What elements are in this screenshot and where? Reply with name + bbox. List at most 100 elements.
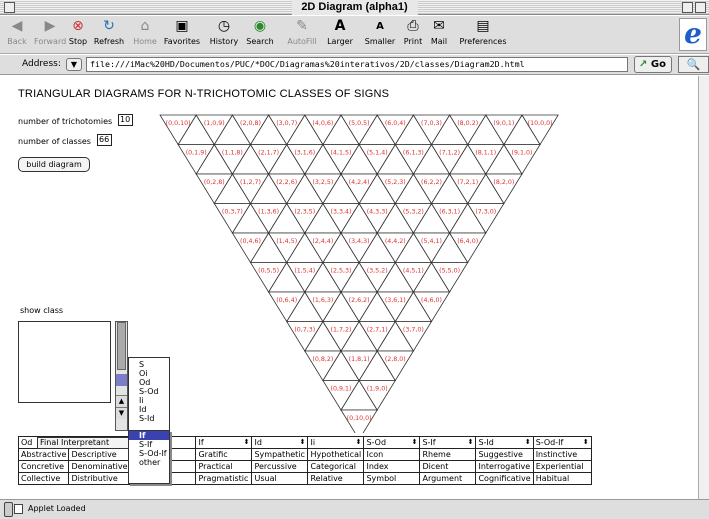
final-interpretant-select[interactable]: Final Interpretant [37,437,130,449]
page-content: TRIANGULAR DIAGRAMS FOR N-TRICHOTOMIC CL… [0,76,698,499]
class-label: (0,0,10) [166,120,191,127]
build-diagram-button[interactable]: build diagram [18,157,90,172]
history-button[interactable]: ◷ History [208,18,240,52]
search-field-button[interactable]: 🔍 [678,56,709,73]
mail-button[interactable]: ✉ Mail [428,18,450,52]
status-toggle-icon[interactable] [4,502,13,517]
scroll-down-arrow-icon[interactable]: ▼ [116,407,127,419]
dropdown-item-selected[interactable]: If [129,431,169,440]
table-row: Collective Distributive Pragmatistic Usu… [17,472,592,485]
class-list-box[interactable] [18,321,111,403]
class-label: (0,4,6) [240,238,261,245]
status-text: Applet Loaded [28,504,86,513]
updown-arrow-icon: ⬍ [582,438,589,446]
table-cell: Cognificative [475,472,534,485]
forward-button[interactable]: ▶ Forward [34,18,66,52]
header-cell[interactable]: S-Id ⬍ [475,436,534,449]
smaller-text-icon: A [376,21,384,32]
table-row: Abstractive Descriptive Gratific Sympath… [17,448,592,461]
mail-icon: ✉ [433,18,445,34]
address-field[interactable]: file:///iMac%20HD/Documentos/PUC/*DOC/Di… [86,57,628,72]
class-label: (7,0,3) [421,120,442,127]
class-label: (2,3,5) [294,209,315,216]
class-list-scrollbar[interactable]: ▲ ▼ [115,321,128,431]
ie-logo-icon[interactable]: e [679,18,707,51]
scroll-up-arrow-icon[interactable]: ▲ [116,395,127,407]
triangular-diagram[interactable]: (0,0,10) (1,0,9) (2,0,8) (3,0,7) (4,0,6) (5,0… [150,113,570,433]
favorites-button[interactable]: ▣ Favorites [162,18,202,52]
table-cell: Argument [419,472,477,485]
page-scrollbar[interactable] [698,76,709,499]
class-label: (6,1,3) [403,150,424,157]
collapse-box[interactable] [695,2,706,13]
autofill-button[interactable]: ✎ AutoFill [284,18,320,52]
refresh-button[interactable]: ↻ Refresh [92,18,126,52]
print-button[interactable]: ⎙ Print [402,18,424,52]
go-button[interactable]: ↗ Go [634,56,672,73]
class-label: (9,0,1) [493,120,514,127]
address-dropdown-button[interactable]: ▼ [66,58,82,71]
dropdown-item[interactable]: other [129,458,169,467]
dropdown-menu-lower[interactable]: If S-If S-Od-If other [128,430,170,484]
toolbar: ◀ Back ▶ Forward ⊗ Stop ↻ Refresh ⌂ Home… [0,16,709,54]
classes-label: number of classes [18,137,91,146]
dropdown-item[interactable]: Id [129,405,169,414]
class-label: (7,2,1) [457,179,478,186]
class-label: (1,6,3) [312,297,333,304]
stop-button[interactable]: ⊗ Stop [68,18,88,52]
close-box[interactable] [4,2,15,13]
table-cell: Concretive [17,460,70,473]
class-label: (7,1,2) [439,150,460,157]
scroll-thumb[interactable] [117,322,126,370]
class-label: (7,3,0) [475,209,496,216]
preferences-icon: ▤ [476,18,490,34]
table-cell: Abstractive [17,448,70,461]
class-label: (1,9,0) [367,386,388,393]
go-arrow-icon: ↗ [639,59,648,70]
table-cell: Hypothetical [307,448,365,461]
table-cell: Dicent [419,460,477,473]
table-cell: Index [363,460,421,473]
dropdown-item[interactable]: S-Id [129,414,169,423]
search-globe-icon: ◉ [253,18,267,34]
dropdown-item[interactable]: S-Od [129,387,169,396]
dropdown-item[interactable]: Ii [129,396,169,405]
header-cell[interactable]: Ii ⬍ [307,436,365,449]
larger-button[interactable]: A Larger [324,18,356,52]
home-button[interactable]: ⌂ Home [132,18,158,52]
updown-arrow-icon: ⬍ [355,438,362,446]
header-cell[interactable]: S-Od ⬍ [363,436,421,449]
trichotomies-input[interactable]: 10 [118,114,133,126]
classes-input[interactable]: 66 [97,134,112,146]
dropdown-item[interactable]: S [129,360,169,369]
back-button[interactable]: ◀ Back [6,18,28,52]
header-cell[interactable]: If ⬍ [195,436,253,449]
class-label: (3,2,5) [312,179,333,186]
class-label: (3,6,1) [385,297,406,304]
table-cell: Symbol [363,472,421,485]
header-cell[interactable]: S-If ⬍ [419,436,477,449]
address-label: Address: [22,59,61,69]
dropdown-menu-upper[interactable]: S Oi Od S-Od Ii Id S-Id [128,357,170,431]
class-label: (3,5,2) [367,268,388,275]
search-button[interactable]: ◉ Search [244,18,276,52]
table-cell: Collective [17,472,70,485]
class-label: (6,0,4) [385,120,406,127]
dropdown-item[interactable]: Oi [129,369,169,378]
refresh-icon: ↻ [103,18,115,34]
title-bar[interactable]: 2D Diagram (alpha1) [0,0,709,15]
zoom-box[interactable] [682,2,693,13]
class-label: (1,4,5) [276,238,297,245]
smaller-button[interactable]: A Smaller [362,18,398,52]
header-cell[interactable]: Id ⬍ [251,436,309,449]
table-cell: Instinctive [532,448,592,461]
class-label: (1,2,7) [240,179,261,186]
preferences-button[interactable]: ▤ Preferences [456,18,510,52]
dropdown-item[interactable]: S-Od-If [129,449,169,458]
favorites-icon: ▣ [175,18,189,34]
address-bar: Address: ▼ file:///iMac%20HD/Documentos/… [0,55,709,75]
dropdown-item[interactable]: Od [129,378,169,387]
dropdown-item[interactable]: S-If [129,440,169,449]
header-cell[interactable]: S-Od-If ⬍ [532,436,592,449]
class-label: (4,3,3) [367,209,388,216]
